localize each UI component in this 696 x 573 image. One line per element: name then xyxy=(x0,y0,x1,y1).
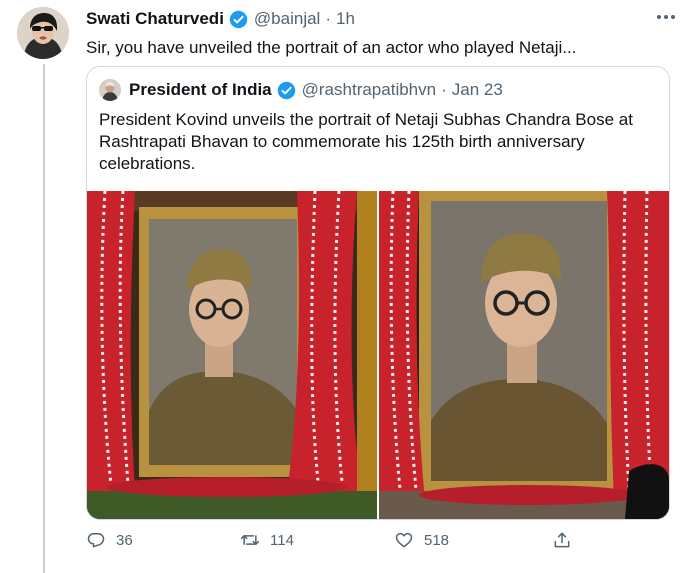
thread-line xyxy=(43,64,45,573)
reply-button[interactable]: 36 xyxy=(86,530,133,550)
verified-badge-icon xyxy=(229,10,248,29)
author-handle[interactable]: @bainjal xyxy=(254,9,320,29)
reply-icon xyxy=(87,533,105,548)
author-name[interactable]: Swati Chaturvedi xyxy=(86,9,224,29)
quoted-tweet-header: President of India @rashtrapatibhvn · Ja… xyxy=(99,79,503,101)
tweet-time[interactable]: 1h xyxy=(336,9,355,29)
tweet-text: Sir, you have unveiled the portrait of a… xyxy=(86,38,577,57)
retweet-count: 114 xyxy=(270,531,294,549)
retweet-button[interactable]: 114 xyxy=(240,530,294,550)
quoted-tweet-card[interactable]: President of India @rashtrapatibhvn · Ja… xyxy=(86,66,670,520)
tweet-header: Swati Chaturvedi @bainjal · 1h xyxy=(86,8,676,30)
reply-count: 36 xyxy=(116,531,133,549)
like-count: 518 xyxy=(424,531,450,549)
like-icon xyxy=(395,532,413,548)
quoted-author-name[interactable]: President of India xyxy=(129,80,272,100)
share-icon xyxy=(554,532,570,548)
separator-dot: · xyxy=(441,80,447,99)
separator-dot: · xyxy=(325,9,331,28)
avatar[interactable] xyxy=(17,7,69,59)
action-bar: 36 114 518 xyxy=(86,530,666,556)
quoted-avatar xyxy=(99,79,121,101)
quoted-author-handle[interactable]: @rashtrapatibhvn xyxy=(302,80,436,100)
verified-badge-icon xyxy=(277,81,296,100)
quoted-tweet-text: President Kovind unveils the portrait of… xyxy=(99,110,633,173)
retweet-icon xyxy=(240,535,260,545)
share-button[interactable] xyxy=(552,530,582,550)
portrait-photo-right[interactable] xyxy=(379,191,669,519)
media-gallery xyxy=(87,191,669,519)
quoted-tweet-time[interactable]: Jan 23 xyxy=(452,80,503,100)
portrait-photo-left[interactable] xyxy=(87,191,377,519)
more-icon[interactable] xyxy=(656,10,676,24)
like-button[interactable]: 518 xyxy=(394,530,449,550)
